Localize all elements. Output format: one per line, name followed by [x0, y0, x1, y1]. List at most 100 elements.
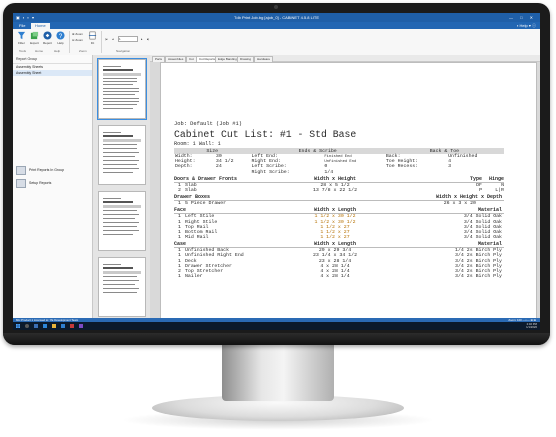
qty-cell: 1 — [178, 235, 181, 241]
page-width-icon — [88, 31, 97, 40]
prev-page-button[interactable]: ◂ — [112, 37, 114, 41]
ribbon: Filter Export Report ? Help ⊕ Zoom ⊖ Zoo… — [13, 29, 540, 56]
report-group-header: Report Group — [13, 55, 92, 64]
printer-icon — [16, 165, 26, 175]
table-row: Right Scribe: 1/4 — [174, 170, 504, 175]
info-label — [385, 170, 447, 175]
help-label: Help — [57, 41, 64, 45]
task-view-icon[interactable] — [34, 324, 38, 328]
report-group-item-selected[interactable]: Assembly Sheet — [13, 70, 92, 76]
room-wall-line: Room: 1 Wall: 1 — [174, 141, 221, 147]
report-button[interactable]: Report — [41, 31, 54, 45]
ribbon-separator — [101, 31, 102, 53]
monitor-stand-neck — [222, 345, 334, 401]
page-width-button[interactable]: Fit — [86, 31, 99, 45]
window-controls[interactable]: — □ ✕ — [509, 15, 536, 20]
help-icon: ? — [56, 31, 65, 40]
clock-date: 1/1/2020 — [526, 325, 537, 329]
webcam-dot — [274, 5, 278, 9]
svg-text:?: ? — [59, 33, 63, 40]
part-name-cell: Slab — [185, 187, 197, 193]
filter-label: Filter — [18, 41, 25, 45]
report-title: Cabinet Cut List: #1 - Std Base — [174, 129, 357, 140]
info-value: 1/4 — [324, 169, 334, 175]
app-icon[interactable] — [79, 324, 83, 328]
zoom-in-button[interactable]: ⊕ Zoom — [72, 32, 83, 36]
app-icon[interactable] — [61, 324, 65, 328]
material-cell: 3/4 Solid Oak — [463, 235, 502, 241]
filter-button[interactable]: Filter — [15, 31, 28, 45]
app-icon[interactable] — [70, 324, 74, 328]
search-icon[interactable] — [25, 324, 29, 328]
column-header: Material — [477, 241, 502, 248]
page-thumbnail-2[interactable] — [98, 125, 146, 185]
table-row: 2 Slab 13 7/8 x 22 1/2 P L|R — [174, 188, 504, 193]
last-page-button[interactable]: ▸| — [147, 37, 149, 41]
report-tabs: Parts Assemblies Cut Cut Reports Edge Ba… — [150, 55, 540, 62]
section-title: Doors & Drawer Fronts — [174, 175, 238, 182]
page-thumbnail-3[interactable] — [98, 191, 146, 251]
document-viewer[interactable]: Job: Default (Job #1) Cabinet Cut List: … — [150, 62, 540, 318]
part-name-cell: 5 Piece Drawer — [185, 201, 227, 207]
export-label: Export — [30, 41, 39, 45]
screen: ▣ ▪ ▪ ▾ Tdb Print Job.bg [ajob_0] - CABI… — [13, 13, 540, 330]
help-button[interactable]: ? Help — [54, 31, 67, 45]
start-icon[interactable] — [16, 324, 20, 328]
report-icon — [43, 31, 52, 40]
page-thumbnails — [93, 55, 151, 318]
report-page: Job: Default (Job #1) Cabinet Cut List: … — [160, 62, 537, 318]
cut-list-report: Job: Default (Job #1) Cabinet Cut List: … — [174, 121, 504, 279]
page-thumbnail-1[interactable] — [97, 58, 147, 120]
group-help-label: Help — [54, 49, 61, 53]
window-title: Tdb Print Job.bg [ajob_0] - CABINET 4.5.… — [233, 15, 320, 20]
size-cell: 26 x 3 x 20 — [443, 201, 476, 207]
hinge-cell: L|R — [495, 187, 504, 193]
cabinet-info-table: Size Ends & Scribe Back & Toe Width: 30 … — [174, 148, 504, 175]
column-header: Type — [469, 175, 482, 182]
column-header: Width x Length — [313, 207, 356, 214]
info-value — [215, 170, 251, 175]
next-page-button[interactable]: ▸ — [141, 37, 143, 41]
part-name-cell: Mid Rail — [185, 235, 209, 241]
report-label: Report — [42, 41, 52, 45]
menu-bar: File Home ▪ Help ▾ ⓘ — [13, 22, 540, 29]
setup-reports-button[interactable]: Setup Reports — [16, 178, 86, 188]
file-explorer-icon[interactable] — [52, 324, 56, 328]
monitor-bezel: ▣ ▪ ▪ ▾ Tdb Print Job.bg [ajob_0] - CABI… — [3, 3, 550, 345]
qty-cell: 2 — [178, 187, 181, 193]
group-home-label: Home — [35, 49, 44, 53]
column-header: Hinge — [488, 175, 504, 182]
qty-cell: 1 — [178, 201, 181, 207]
first-page-button[interactable]: |◂ — [105, 37, 107, 41]
page-thumbnail-4[interactable] — [98, 257, 146, 317]
material-cell: 3/4 2s Birch Ply — [455, 274, 502, 280]
part-name-cell: Nailer — [185, 274, 203, 280]
column-header: Width x Height — [313, 175, 356, 182]
zoom-out-button[interactable]: ⊖ Zoom — [72, 38, 83, 42]
windows-taskbar: 2:40 PM 1/1/2020 — [13, 322, 540, 330]
print-reports-label: Print Reports In Group — [29, 168, 65, 172]
info-label — [174, 170, 215, 175]
column-header: Width x Length — [313, 241, 356, 248]
print-reports-button[interactable]: Print Reports In Group — [16, 165, 86, 175]
size-cell: 13 7/8 x 22 1/2 — [312, 187, 358, 193]
qty-cell: 1 — [178, 274, 181, 280]
section-title: Face — [174, 207, 187, 214]
browser-icon[interactable] — [43, 324, 47, 328]
setup-reports-label: Setup Reports — [29, 181, 52, 185]
system-clock[interactable]: 2:40 PM 1/1/2020 — [526, 323, 537, 329]
group-navigation-label: Navigation — [116, 49, 131, 53]
column-header: Width x Height x Depth — [435, 194, 502, 201]
export-icon — [30, 31, 39, 40]
title-bar: ▣ ▪ ▪ ▾ Tdb Print Job.bg [ajob_0] - CABI… — [13, 13, 540, 22]
page-width-label: Fit — [90, 41, 95, 45]
ribbon-separator — [69, 31, 70, 53]
export-button[interactable]: Export — [28, 31, 41, 45]
job-line: Job: Default (Job #1) — [174, 121, 242, 127]
table-row: 1 Nailer 4 x 28 1/4 3/4 2s Birch Ply — [174, 274, 504, 279]
group-tools-label: Tools — [19, 49, 27, 53]
column-header: Material — [477, 207, 502, 214]
page-number-field[interactable]: 1 — [118, 36, 138, 42]
table-row: 1 Mid Rail 1 1/2 x 27 3/4 Solid Oak — [174, 235, 504, 240]
size-cell: 4 x 28 1/4 — [320, 274, 350, 280]
